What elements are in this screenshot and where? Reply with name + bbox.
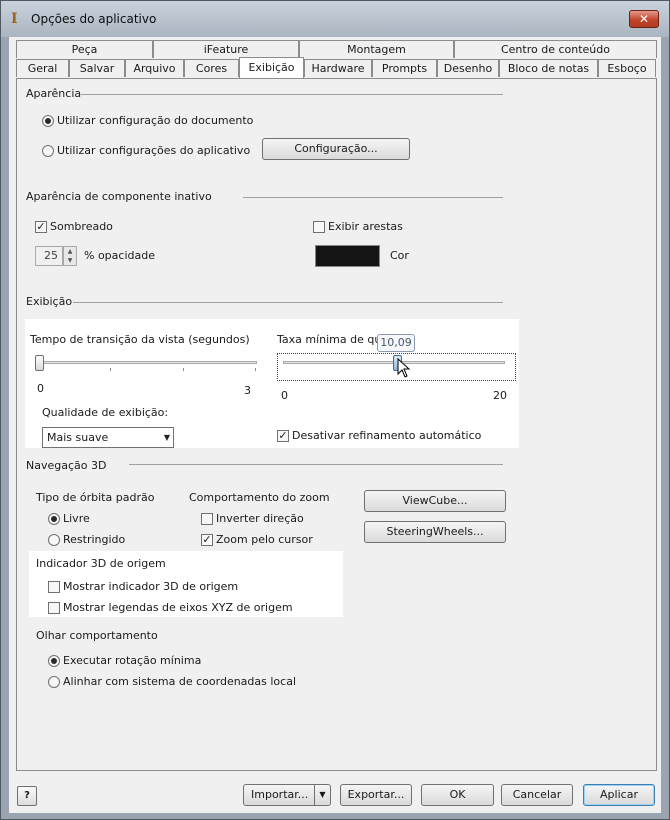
mouse-cursor-icon xyxy=(397,358,411,378)
tab-row-bottom: Geral Salvar Arquivo Cores Exibição Hard… xyxy=(16,57,656,78)
apply-button[interactable]: Aplicar xyxy=(583,784,655,806)
import-dropdown-icon[interactable]: ▼ xyxy=(314,785,330,805)
frame-rate-tooltip: 10,09 xyxy=(377,334,415,352)
show-xyz-label[interactable]: Mostrar legendas de eixos XYZ de origem xyxy=(63,601,293,614)
tab-ifeature[interactable]: iFeature xyxy=(153,40,299,58)
window-title: Opções do aplicativo xyxy=(31,12,157,26)
use-app-settings-radio[interactable] xyxy=(42,145,54,157)
orbit-free-label[interactable]: Livre xyxy=(63,512,90,525)
look-behavior-title: Olhar comportamento xyxy=(36,629,158,642)
nav3d-group-title: Navegação 3D xyxy=(26,459,107,472)
transition-time-label: Tempo de transição da vista (segundos) xyxy=(30,333,250,346)
use-app-settings-label[interactable]: Utilizar configurações do aplicativo xyxy=(57,144,250,157)
shaded-label[interactable]: Sombreado xyxy=(50,220,113,233)
tab-prompts[interactable]: Prompts xyxy=(372,59,437,77)
zoom-cursor-label[interactable]: Zoom pelo cursor xyxy=(216,533,313,546)
dialog-footer: ? Importar... ▼ Exportar... OK Cancelar … xyxy=(9,773,661,813)
close-button[interactable]: ✕ xyxy=(629,10,659,28)
ok-button[interactable]: OK xyxy=(421,784,494,806)
tab-peca[interactable]: Peça xyxy=(16,40,153,58)
show-edges-checkbox[interactable] xyxy=(313,221,325,233)
import-button[interactable]: Importar... ▼ xyxy=(243,784,331,806)
show-origin-label[interactable]: Mostrar indicador 3D de origem xyxy=(63,580,238,593)
tab-centro-conteudo[interactable]: Centro de conteúdo xyxy=(454,40,657,58)
show-origin-checkbox[interactable] xyxy=(48,581,60,593)
export-button[interactable]: Exportar... xyxy=(340,784,412,806)
tab-esboco[interactable]: Esboço xyxy=(598,59,656,77)
show-xyz-checkbox[interactable] xyxy=(48,602,60,614)
dialog-client: Peça iFeature Montagem Centro de conteúd… xyxy=(9,37,661,813)
tab-geral[interactable]: Geral xyxy=(16,59,69,77)
zoom-behavior-title: Comportamento do zoom xyxy=(189,491,330,504)
min-rotation-label[interactable]: Executar rotação mínima xyxy=(63,654,201,667)
use-document-settings-radio[interactable] xyxy=(42,115,54,127)
min-rotation-radio[interactable] xyxy=(48,655,60,667)
tab-bloco-notas[interactable]: Bloco de notas xyxy=(499,59,598,77)
disable-refinement-checkbox[interactable]: ✓ xyxy=(277,430,289,442)
slider-tick xyxy=(255,368,256,371)
align-local-label[interactable]: Alinhar com sistema de coordenadas local xyxy=(63,675,296,688)
app-options-dialog: I Opções do aplicativo ✕ Peça iFeature M… xyxy=(0,0,670,820)
color-label: Cor xyxy=(390,249,409,262)
display-quality-select[interactable]: Mais suave ▼ xyxy=(42,427,174,448)
divider xyxy=(81,94,503,95)
tab-row-top: Peça iFeature Montagem Centro de conteúd… xyxy=(16,40,657,58)
divider xyxy=(243,197,503,198)
slider-tick xyxy=(183,368,184,371)
title-bar: I Opções do aplicativo ✕ xyxy=(1,1,669,37)
tab-montagem[interactable]: Montagem xyxy=(299,40,454,58)
show-edges-label[interactable]: Exibir arestas xyxy=(328,220,403,233)
appearance-settings-button[interactable]: Configuração... xyxy=(262,138,410,160)
tab-salvar[interactable]: Salvar xyxy=(69,59,125,77)
origin-indicator-title: Indicador 3D de origem xyxy=(36,557,166,570)
inventor-app-icon: I xyxy=(11,11,18,27)
orbit-constrained-label[interactable]: Restringido xyxy=(63,533,125,546)
zoom-cursor-checkbox[interactable]: ✓ xyxy=(201,534,213,546)
transition-max-label: 3 xyxy=(244,384,251,397)
display-group-title: Exibição xyxy=(26,295,73,308)
frame-rate-max-label: 20 xyxy=(493,389,507,402)
chevron-down-icon: ▼ xyxy=(163,433,170,442)
transition-min-label: 0 xyxy=(37,382,44,395)
divider xyxy=(73,302,503,303)
slider-tick xyxy=(110,368,111,371)
shaded-checkbox[interactable]: ✓ xyxy=(35,221,47,233)
appearance-group-title: Aparência xyxy=(26,87,82,100)
exibicao-panel: Aparência Utilizar configuração do docum… xyxy=(16,78,657,771)
import-button-label: Importar... xyxy=(251,788,309,801)
tab-desenho[interactable]: Desenho xyxy=(437,59,499,77)
tab-cores[interactable]: Cores xyxy=(184,59,239,77)
help-icon[interactable]: ? xyxy=(17,786,37,806)
viewcube-button[interactable]: ViewCube... xyxy=(364,490,506,512)
transition-slider-thumb[interactable] xyxy=(35,355,44,371)
tab-exibicao[interactable]: Exibição xyxy=(239,57,304,78)
stepper-down-icon[interactable]: ▼ xyxy=(64,256,76,265)
opacity-label: % opacidade xyxy=(84,249,155,262)
frame-rate-min-label: 0 xyxy=(281,389,288,402)
divider xyxy=(129,464,503,465)
transition-slider-track[interactable] xyxy=(37,361,257,364)
display-quality-label: Qualidade de exibição: xyxy=(42,406,169,419)
inactive-group-title: Aparência de componente inativo xyxy=(26,190,212,203)
display-quality-value: Mais suave xyxy=(47,431,109,444)
invert-zoom-label[interactable]: Inverter direção xyxy=(216,512,304,525)
stepper-up-icon[interactable]: ▲ xyxy=(64,247,76,256)
opacity-stepper[interactable]: ▲ ▼ xyxy=(63,246,77,266)
tab-arquivo[interactable]: Arquivo xyxy=(125,59,184,77)
cancel-button[interactable]: Cancelar xyxy=(501,784,573,806)
inactive-color-swatch[interactable] xyxy=(315,245,380,267)
invert-zoom-checkbox[interactable] xyxy=(201,513,213,525)
tab-hardware[interactable]: Hardware xyxy=(304,59,372,77)
opacity-input[interactable]: 25 xyxy=(35,246,63,266)
disable-refinement-label[interactable]: Desativar refinamento automático xyxy=(292,429,481,442)
steeringwheels-button[interactable]: SteeringWheels... xyxy=(364,521,506,543)
orbit-free-radio[interactable] xyxy=(48,513,60,525)
use-document-settings-label[interactable]: Utilizar configuração do documento xyxy=(57,114,253,127)
orbit-type-title: Tipo de órbita padrão xyxy=(36,491,155,504)
orbit-constrained-radio[interactable] xyxy=(48,534,60,546)
align-local-radio[interactable] xyxy=(48,676,60,688)
